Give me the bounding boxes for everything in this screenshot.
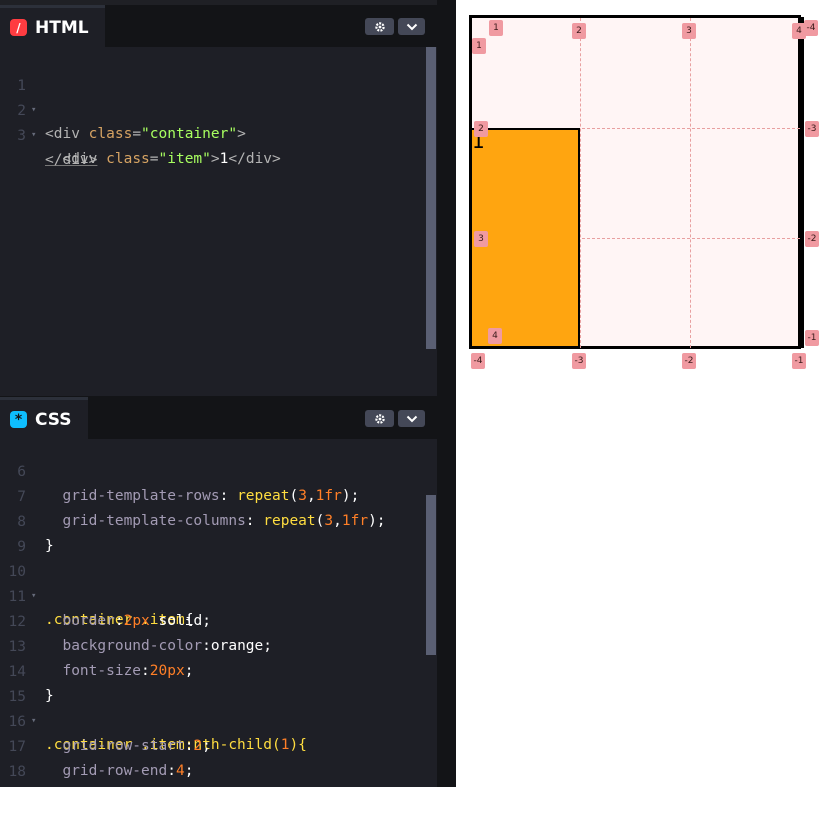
tab-css-label: CSS [35,409,72,430]
code-line: 12 background-color:orange; [0,586,420,654]
grid-line-badge: 2 [474,121,488,137]
html-eq: = [132,126,142,142]
grid-line-badge: 3 [682,23,696,39]
chevron-down-icon [406,415,417,422]
code-line: 14 } [0,636,420,704]
css-brace: } [45,788,54,804]
html-panel-header: / HTML [0,5,437,47]
html-string: "container" [141,126,238,142]
grid-line-badge: -2 [682,353,696,369]
grid-column-line [580,18,581,348]
css-scrollbar[interactable] [426,495,436,655]
line-number: 3 [17,128,26,144]
code-editor: / HTML 1 ▾ <div class="container"> 2 ▾ <… [0,0,456,804]
grid-column-line [690,18,691,348]
html-panel: / HTML 1 ▾ <div class="container"> 2 ▾ <… [0,5,437,396]
html-collapse-button[interactable] [398,18,425,35]
html-attr: class [88,126,133,142]
html-attr: class [106,151,150,167]
tab-css[interactable]: * CSS [0,397,88,439]
code-line: 2 ▾ <div class="item">1</div> [0,75,420,167]
grid-line-badge: 1 [472,38,486,54]
code-line: 18 } [0,736,420,804]
gear-icon [374,413,385,424]
code-line: 1 ▾ <div class="container"> [0,50,420,142]
grid-line-badge: -1 [792,353,806,369]
chevron-down-icon [406,23,417,30]
tab-html-label: HTML [35,17,89,38]
code-line: 10 ▾ .container .item{ [0,536,420,628]
code-line: 6 grid-template-rows: repeat(3,1fr); [0,436,420,504]
pane-resize-divider[interactable] [437,0,456,787]
html-tag-close: > [237,126,246,142]
css-panel: * CSS 6 grid-template-rows: repeat(3,1fr… [0,397,437,804]
css-collapse-button[interactable] [398,410,425,427]
code-line: 3 </div> [0,100,420,168]
grid-line-badge: -1 [805,330,819,346]
code-line: 9 [0,511,420,555]
code-line: 11 border:2px solid; [0,561,420,629]
css-panel-header: * CSS [0,397,437,439]
grid-line-badge: 1 [489,20,503,36]
code-line: 16 grid-row-start:2; [0,686,420,754]
grid-container-edge [800,17,804,348]
gear-icon [374,21,385,32]
grid-line-badge: 3 [474,231,488,247]
grid-line-badge: -3 [805,121,819,137]
code-line: 13 font-size:20px; [0,611,420,679]
html-logo-icon: / [10,19,27,36]
css-logo-icon: * [10,411,27,428]
html-scrollbar[interactable] [426,47,436,349]
code-line: 8 } [0,486,420,554]
grid-line-badge: -3 [572,353,586,369]
html-settings-button[interactable] [365,18,394,35]
code-line: 7 grid-template-columns: repeat(3,1fr); [0,461,420,529]
grid-line-badge: 2 [572,23,586,39]
html-string: "item" [158,151,211,167]
grid-line-badge: -2 [805,231,819,247]
html-tag-close: > [210,151,220,167]
css-number: 4 [175,763,185,779]
grid-line-badge: 4 [488,328,502,344]
grid-line-badge: -4 [804,20,818,36]
code-line: 17 grid-row-end:4; [0,711,420,779]
code-line: 15 ▾ .container .item:nth-child(1){ [0,661,420,753]
tab-html[interactable]: / HTML [0,5,105,47]
grid-line-badge: -4 [471,353,485,369]
html-eq: = [149,151,159,167]
css-settings-button[interactable] [365,410,394,427]
html-end-tag: </div> [45,152,98,168]
line-number: 18 [8,764,26,780]
css-property: grid-row-end [62,763,168,779]
html-end-tag: </div> [228,151,281,167]
